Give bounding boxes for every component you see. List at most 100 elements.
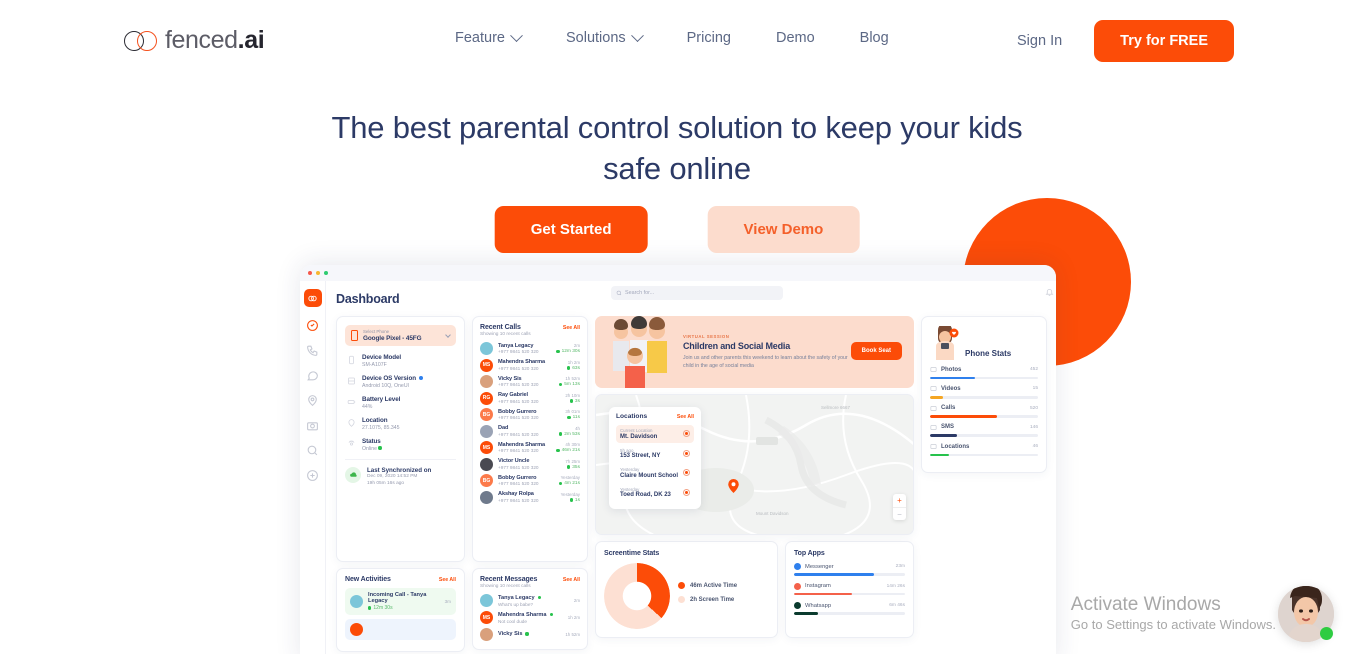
new-activities-see-all[interactable]: See All bbox=[439, 577, 456, 583]
select-phone-value: Google Pixel - 45FG bbox=[363, 334, 422, 342]
sign-in-link[interactable]: Sign In bbox=[1017, 33, 1062, 49]
location-item[interactable]: 5h ago 153 Street, NY bbox=[616, 445, 694, 463]
device-row-status: Status Online bbox=[345, 438, 456, 452]
messenger-icon bbox=[794, 563, 801, 570]
map-zoom-out-button[interactable]: − bbox=[893, 507, 906, 520]
phone-icon bbox=[349, 355, 354, 364]
table-row[interactable]: Tanya Legacy +977 9841 520 320 2m 12m 30… bbox=[480, 342, 580, 355]
location-item[interactable]: Yesterday Claire Mount School bbox=[616, 464, 694, 482]
stat-bar bbox=[930, 395, 1038, 399]
nav-item-solutions[interactable]: Solutions bbox=[566, 28, 644, 46]
nav-item-pricing[interactable]: Pricing bbox=[687, 30, 731, 46]
location-item[interactable]: Yesterday Toed Road, DK 23 bbox=[616, 484, 694, 502]
svg-text:Sellmore 6667: Sellmore 6667 bbox=[821, 405, 851, 410]
sidebar-dashboard-icon[interactable] bbox=[306, 319, 319, 332]
get-started-button[interactable]: Get Started bbox=[494, 206, 648, 253]
location-place: 153 Street, NY bbox=[620, 453, 661, 459]
chevron-down-icon bbox=[510, 28, 523, 42]
nav-label-blog: Blog bbox=[859, 30, 889, 46]
message-contact-name: Mahendra Sharma bbox=[498, 612, 553, 618]
recent-calls-see-all[interactable]: See All bbox=[563, 325, 580, 331]
windows-activation-watermark: Activate Windows Go to Settings to activ… bbox=[1071, 593, 1276, 632]
message-status-icon bbox=[549, 612, 553, 617]
brand-text: fenced.ai bbox=[165, 26, 265, 55]
chevron-down-icon bbox=[630, 28, 644, 42]
book-seat-button[interactable]: Book Seat bbox=[850, 342, 902, 360]
brand-logo[interactable]: fenced.ai bbox=[124, 26, 265, 55]
try-for-free-button[interactable]: Try for FREE bbox=[1094, 20, 1234, 62]
view-demo-button[interactable]: View Demo bbox=[707, 206, 860, 253]
activity-item[interactable] bbox=[345, 619, 456, 640]
banner-text: VIRTUAL SESSION Children and Social Medi… bbox=[679, 334, 851, 370]
list-item[interactable]: Vicky Sis 1h 52m bbox=[480, 628, 580, 641]
table-row[interactable]: MS Mahendra Sharma +977 9841 520 320 4h … bbox=[480, 441, 580, 454]
table-row[interactable]: MS Mahendra Sharma +977 9841 520 320 1h … bbox=[480, 358, 580, 372]
nav-item-feature[interactable]: Feature bbox=[455, 28, 523, 46]
column-calls: Recent Calls Showing 10 recent calls See… bbox=[472, 316, 588, 652]
nav-label-pricing: Pricing bbox=[686, 30, 731, 46]
map-card[interactable]: Sellmore 6667 Mount Davidson Locations S… bbox=[595, 394, 914, 535]
nav-item-blog[interactable]: Blog bbox=[860, 30, 889, 46]
screentime-chart: 46m Active Time 2h Screen Time bbox=[604, 563, 769, 629]
notification-bell-icon[interactable] bbox=[1045, 287, 1054, 297]
avatar bbox=[350, 595, 363, 608]
recent-messages-header: Recent Messages Showing 10 recent calls … bbox=[480, 576, 580, 589]
location-pin-icon bbox=[683, 430, 690, 438]
nav-label-feature: Feature bbox=[455, 30, 505, 46]
recent-messages-see-all[interactable]: See All bbox=[563, 577, 580, 583]
stat-bar bbox=[930, 453, 1038, 457]
sidebar-calls-icon[interactable] bbox=[306, 344, 319, 357]
call-timestamp: 4h bbox=[575, 425, 580, 431]
nav-item-demo[interactable]: Demo bbox=[776, 30, 815, 46]
call-direction-icon bbox=[567, 415, 571, 420]
locations-see-all[interactable]: See All bbox=[677, 414, 694, 420]
top-apps-title: Top Apps bbox=[794, 550, 825, 557]
app-name: Messenger bbox=[805, 563, 834, 570]
avatar: BG bbox=[480, 474, 493, 487]
calls-icon bbox=[930, 405, 937, 411]
call-meta: Yesterday 1s bbox=[561, 492, 580, 503]
call-direction-icon bbox=[566, 366, 571, 370]
locations-list: Current Location Mt. Davidson 5h ago 153… bbox=[616, 425, 694, 501]
dashboard-search-input[interactable]: Search for... bbox=[611, 286, 783, 300]
call-phone-number: +977 9841 520 320 bbox=[498, 464, 539, 470]
sidebar-camera-icon[interactable] bbox=[306, 419, 319, 432]
location-item[interactable]: Current Location Mt. Davidson bbox=[616, 425, 694, 443]
avatar bbox=[480, 628, 493, 641]
sidebar-location-icon[interactable] bbox=[306, 394, 319, 407]
recent-messages-list: Tanya Legacy What's up babe? 2m MS Mahen… bbox=[480, 594, 580, 641]
top-apps-card: Top Apps Messenger 23m Instagram 14m 26s… bbox=[785, 541, 914, 638]
table-row[interactable]: Akshay Rolpa +977 9841 520 320 Yesterday… bbox=[480, 490, 580, 504]
map-zoom-controls[interactable]: + − bbox=[893, 494, 906, 520]
map-zoom-in-button[interactable]: + bbox=[893, 494, 906, 507]
table-row[interactable]: Vicky Sis +977 9841 520 320 1h 52m 5m 13… bbox=[480, 375, 580, 388]
chat-online-indicator bbox=[1320, 627, 1333, 640]
call-meta: 4h 2m 53s bbox=[558, 425, 580, 437]
recent-messages-subtitle: Showing 10 recent calls bbox=[480, 584, 531, 589]
call-contact-name: Akshay Rolpa bbox=[498, 491, 534, 498]
sidebar-messages-icon[interactable] bbox=[306, 369, 319, 382]
call-meta: Yesterday 4m 21s bbox=[558, 475, 580, 486]
location-place: Claire Mount School bbox=[620, 472, 679, 479]
table-row[interactable]: BG Bobby Gurrero +977 9841 520 320 3h 01… bbox=[480, 408, 580, 421]
recent-calls-subtitle: Showing 10 recent calls bbox=[480, 332, 531, 337]
app-name: Whatsapp bbox=[805, 602, 832, 609]
activity-item[interactable]: Incoming Call - Tanya Legacy 12m 30s 3m bbox=[345, 588, 456, 615]
list-item[interactable]: Tanya Legacy What's up babe? 2m bbox=[480, 594, 580, 607]
select-phone-dropdown[interactable]: Select Phone Google Pixel - 45FG bbox=[345, 325, 456, 346]
table-row[interactable]: Dad +977 9841 520 320 4h 2m 53s bbox=[480, 424, 580, 438]
list-item[interactable]: MS Mahendra Sharma Not cool dude 1h 2m bbox=[480, 611, 580, 624]
new-activities-card: New Activities See All Incoming Call - T… bbox=[336, 568, 465, 652]
table-row[interactable]: RG Ray Gabriel +977 9841 520 320 2h 10m … bbox=[480, 391, 580, 405]
sidebar-search-icon[interactable] bbox=[306, 444, 319, 457]
table-row[interactable]: Victor Uncle +977 9841 520 320 7h 25m 35… bbox=[480, 457, 580, 471]
activity-title: Incoming Call - Tanya Legacy bbox=[368, 592, 427, 604]
location-label: Location bbox=[362, 416, 388, 424]
window-dot-green bbox=[324, 271, 328, 275]
table-row[interactable]: BG Bobby Gurrero +977 9841 520 320 Yeste… bbox=[480, 474, 580, 487]
screentime-donut bbox=[604, 563, 670, 629]
sidebar-add-icon[interactable] bbox=[306, 469, 319, 482]
call-direction-icon bbox=[558, 481, 563, 486]
sidebar-logo-icon[interactable] bbox=[303, 289, 322, 307]
location-when: Current Location bbox=[620, 428, 653, 433]
